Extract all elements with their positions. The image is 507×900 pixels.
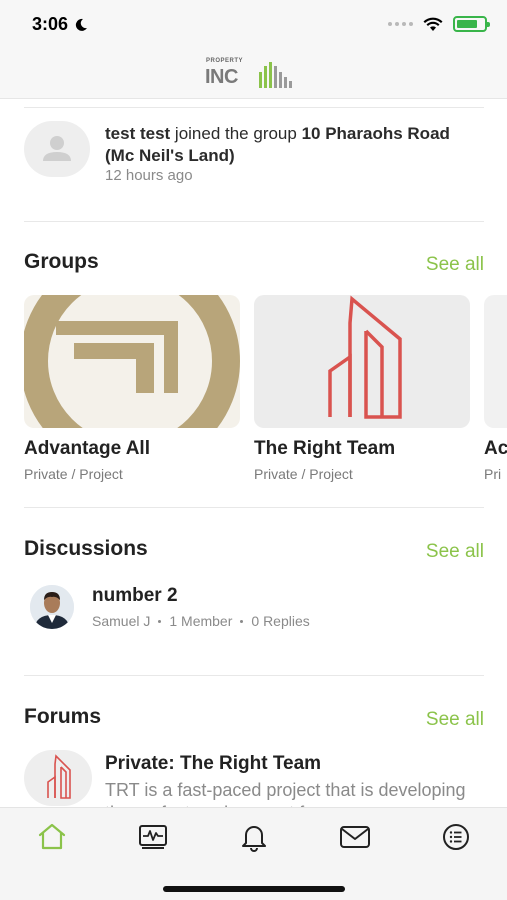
forum-description: TRT is a fast-paced project that is deve… <box>105 780 466 807</box>
moon-icon <box>75 18 88 31</box>
bell-icon <box>242 826 266 852</box>
group-name[interactable]: The Right Team <box>254 438 470 460</box>
discussions-see-all-link[interactable]: See all <box>426 541 484 563</box>
divider <box>24 221 484 222</box>
mail-icon <box>340 826 370 848</box>
groups-see-all-link[interactable]: See all <box>426 254 484 276</box>
status-time-text: 3:06 <box>32 14 69 34</box>
group-meta: Pri <box>484 466 502 482</box>
the-right-team-logo <box>328 295 402 419</box>
tab-menu[interactable] <box>439 822 473 852</box>
home-indicator <box>163 886 345 892</box>
group-name[interactable]: Advantage All <box>24 438 240 460</box>
property-inc-logo[interactable]: PROPERTY INC <box>205 56 305 92</box>
tab-notifications[interactable] <box>237 822 271 852</box>
group-card[interactable]: The Right Team Private / Project <box>254 295 470 482</box>
group-meta: Private / Project <box>254 466 353 482</box>
group-card[interactable]: Advantage All Private / Project <box>24 295 240 482</box>
separator-dot <box>240 619 244 623</box>
battery-icon <box>453 16 490 32</box>
group-image[interactable] <box>484 295 507 428</box>
avatar[interactable] <box>24 750 92 806</box>
divider <box>24 107 484 108</box>
discussion-members: 1 Member <box>169 613 233 629</box>
home-icon <box>38 823 66 850</box>
avatar[interactable] <box>24 121 90 177</box>
avatar[interactable] <box>30 585 74 629</box>
group-image[interactable] <box>24 295 240 428</box>
forum-title[interactable]: Private: The Right Team <box>105 753 321 775</box>
menu-icon <box>443 824 469 850</box>
groups-section-title: Groups <box>24 250 99 273</box>
app-header: PROPERTY INC <box>0 50 507 99</box>
tab-activity[interactable] <box>136 822 170 852</box>
discussion-replies: 0 Replies <box>251 613 310 629</box>
cellular-signal-icon <box>388 22 413 26</box>
logo-main-text: INC <box>205 66 238 88</box>
activity-user-link[interactable]: test test <box>105 124 170 143</box>
wifi-icon <box>423 17 443 31</box>
group-name[interactable]: Ac <box>484 438 507 460</box>
divider <box>24 675 484 676</box>
status-indicators <box>388 16 490 32</box>
status-bar: 3:06 <box>0 0 507 50</box>
tab-messages[interactable] <box>338 822 372 852</box>
forums-see-all-link[interactable]: See all <box>426 709 484 731</box>
logo-bars-icon <box>259 62 292 88</box>
separator-dot <box>158 619 162 623</box>
discussion-title[interactable]: number 2 <box>92 585 178 607</box>
activity-action: joined the group <box>170 124 302 143</box>
user-placeholder-icon <box>43 136 71 161</box>
divider <box>24 507 484 508</box>
the-right-team-logo <box>47 754 71 799</box>
activity-time: 12 hours ago <box>105 167 193 184</box>
discussions-section-title: Discussions <box>24 537 148 560</box>
activity-item[interactable]: test test joined the group 10 Pharaohs R… <box>24 121 484 191</box>
discussion-author[interactable]: Samuel J <box>92 613 150 629</box>
forums-section-title: Forums <box>24 705 102 728</box>
bottom-tab-bar <box>0 807 507 900</box>
logo-small-text: PROPERTY <box>206 58 244 64</box>
advantage-all-logo <box>24 295 240 428</box>
activity-icon <box>139 825 167 849</box>
status-time: 3:06 <box>32 14 88 35</box>
discussion-meta: Samuel J 1 Member 0 Replies <box>92 613 310 629</box>
tab-home[interactable] <box>35 822 69 852</box>
group-card[interactable]: Ac Pri <box>484 295 507 482</box>
group-image[interactable] <box>254 295 470 428</box>
user-photo-icon <box>30 585 74 629</box>
feed-content[interactable]: test test joined the group 10 Pharaohs R… <box>0 99 507 807</box>
group-meta: Private / Project <box>24 466 123 482</box>
activity-text: test test joined the group 10 Pharaohs R… <box>105 123 480 167</box>
